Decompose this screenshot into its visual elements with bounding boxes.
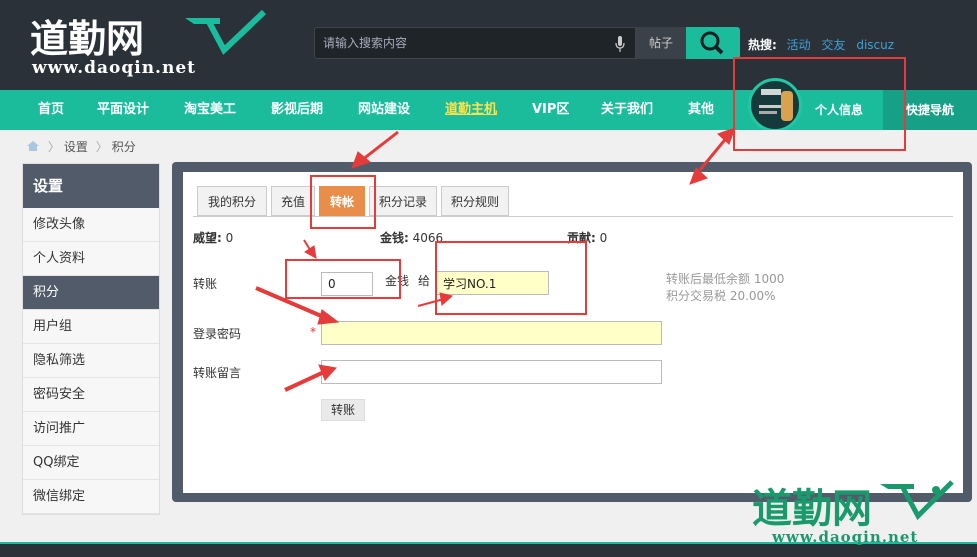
tab-divider xyxy=(193,216,953,217)
watermark-logo: 道勤网 www.daoqin.net xyxy=(750,476,954,546)
annotation-box-profile xyxy=(733,57,906,151)
hot-link-activity[interactable]: 活动 xyxy=(787,38,811,52)
tab-points-log[interactable]: 积分记录 xyxy=(369,186,437,216)
breadcrumb-points[interactable]: 积分 xyxy=(112,140,136,154)
logo-text: 道勤网 xyxy=(30,17,145,61)
stat-prestige-label: 威望: xyxy=(193,231,222,245)
watermark-url: www.daoqin.net xyxy=(772,528,919,546)
stat-money: 金钱: 4066 xyxy=(380,229,443,246)
hot-search-label: 热搜: xyxy=(748,38,777,52)
sidebar-item-wechat[interactable]: 微信绑定 xyxy=(23,480,159,514)
sidebar-item-privacy[interactable]: 隐私筛选 xyxy=(23,344,159,378)
transfer-submit-button[interactable]: 转账 xyxy=(321,399,365,421)
search-input[interactable] xyxy=(323,33,603,53)
tab-points-rules[interactable]: 积分规则 xyxy=(441,186,509,216)
watermark-text: 道勤网 xyxy=(752,486,872,532)
stat-contribution-value: 0 xyxy=(599,231,608,245)
transfer-hints: 转账后最低余额 1000 积分交易税 20.00% xyxy=(666,271,784,305)
search-box xyxy=(314,27,636,59)
stat-prestige: 威望: 0 xyxy=(193,229,233,246)
nav-item-home[interactable]: 首页 xyxy=(38,90,64,130)
message-label: 转账留言 xyxy=(193,366,242,380)
breadcrumb-settings[interactable]: 设置 xyxy=(64,140,88,154)
sidebar-item-usergroup[interactable]: 用户组 xyxy=(23,310,159,344)
password-input[interactable] xyxy=(321,321,662,345)
nav-item-other[interactable]: 其他 xyxy=(688,90,714,130)
nav-item-vip[interactable]: VIP区 xyxy=(532,90,569,130)
hint-min-balance: 转账后最低余额 1000 xyxy=(666,272,785,286)
sidebar-item-password[interactable]: 密码安全 xyxy=(23,378,159,412)
sidebar-title: 设置 xyxy=(23,164,159,208)
hint-tax: 积分交易税 20.00% xyxy=(666,289,776,303)
sidebar-item-promotion[interactable]: 访问推广 xyxy=(23,412,159,446)
to-label: 给 xyxy=(418,274,431,288)
nav-item-about[interactable]: 关于我们 xyxy=(601,90,653,130)
nav-item-taobao-art[interactable]: 淘宝美工 xyxy=(184,90,236,130)
search-icon xyxy=(700,31,724,55)
hot-link-friends[interactable]: 交友 xyxy=(821,38,845,52)
nav-item-video[interactable]: 影视后期 xyxy=(271,90,323,130)
breadcrumb: 〉设置 〉积分 xyxy=(26,138,136,155)
home-icon[interactable] xyxy=(26,140,40,152)
annotation-box-amount xyxy=(285,259,401,299)
hot-link-discuz[interactable]: discuz xyxy=(856,38,894,52)
transfer-label: 转账 xyxy=(193,277,218,291)
logo-check-icon xyxy=(185,10,267,55)
sidebar-item-profile[interactable]: 个人资料 xyxy=(23,242,159,276)
sidebar-item-points[interactable]: 积分 xyxy=(23,276,159,310)
nav-item-graphic-design[interactable]: 平面设计 xyxy=(97,90,149,130)
nav-item-web[interactable]: 网站建设 xyxy=(358,90,410,130)
search-type-select[interactable]: 帖子 xyxy=(636,27,686,59)
annotation-box-tab xyxy=(310,175,376,229)
sidebar-item-avatar[interactable]: 修改头像 xyxy=(23,208,159,242)
hot-search: 热搜: 活动 交友 discuz xyxy=(748,36,901,53)
microphone-icon[interactable] xyxy=(615,36,625,52)
annotation-box-recipient xyxy=(435,241,587,315)
password-label: 登录密码 xyxy=(193,327,242,341)
stat-prestige-value: 0 xyxy=(225,231,234,245)
nav-item-hosting[interactable]: 道勤主机 xyxy=(445,90,497,130)
search-button[interactable] xyxy=(686,27,740,59)
message-input[interactable] xyxy=(321,360,662,384)
sidebar-item-qq[interactable]: QQ绑定 xyxy=(23,446,159,480)
stat-money-label: 金钱: xyxy=(380,231,409,245)
tab-recharge[interactable]: 充值 xyxy=(271,186,315,216)
watermark-check-icon xyxy=(880,480,954,521)
tab-my-points[interactable]: 我的积分 xyxy=(197,186,267,216)
settings-sidebar: 设置 修改头像 个人资料 积分 用户组 隐私筛选 密码安全 访问推广 QQ绑定 … xyxy=(22,163,160,515)
site-logo[interactable]: 道勤网 www.daoqin.net xyxy=(30,8,267,80)
logo-url: www.daoqin.net xyxy=(32,58,197,78)
required-mark: * xyxy=(310,325,316,339)
